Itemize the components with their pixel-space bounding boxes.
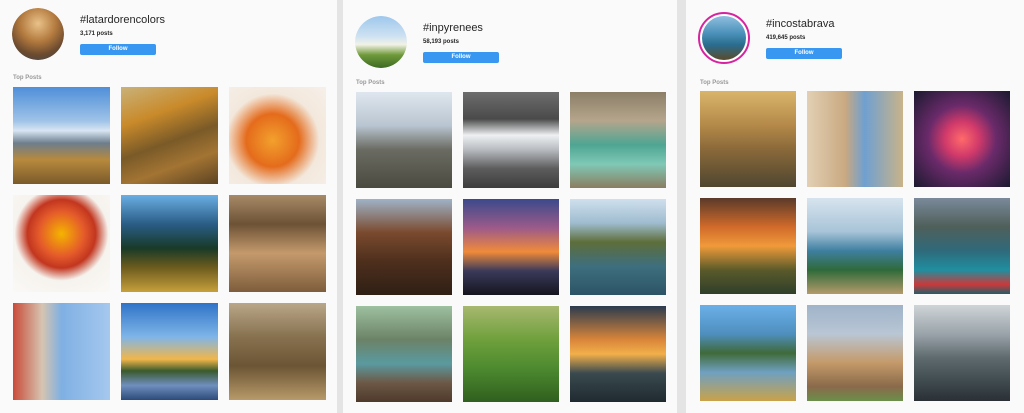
post-thumbnail[interactable] [13, 303, 110, 400]
post-thumbnail[interactable] [914, 91, 1010, 187]
post-thumbnail[interactable] [356, 306, 452, 402]
hashtag-panel-inpyrenees: #inpyrenees 58,193 posts Follow Top Post… [343, 0, 677, 413]
post-thumbnail[interactable] [356, 92, 452, 188]
post-thumbnail[interactable] [121, 303, 218, 400]
follow-button[interactable]: Follow [80, 44, 156, 55]
post-thumbnail[interactable] [229, 303, 326, 400]
hashtag-avatar[interactable] [698, 12, 750, 64]
follow-button[interactable]: Follow [423, 52, 499, 63]
post-count: 419,645 posts [766, 35, 806, 41]
post-thumbnail[interactable] [13, 87, 110, 184]
post-thumbnail[interactable] [807, 305, 903, 401]
hashtag-panel-latardorencolors: #latardorencolors 3,171 posts Follow Top… [0, 0, 337, 413]
hashtag-title: #inpyrenees [423, 22, 483, 34]
top-posts-label: Top Posts [356, 80, 385, 86]
post-thumbnail[interactable] [121, 87, 218, 184]
hashtag-title: #incostabrava [766, 18, 835, 30]
post-thumbnail[interactable] [914, 305, 1010, 401]
post-thumbnail[interactable] [229, 87, 326, 184]
instagram-hashtag-collage: #latardorencolors 3,171 posts Follow Top… [0, 0, 1024, 413]
top-posts-label: Top Posts [700, 80, 729, 86]
follow-button[interactable]: Follow [766, 48, 842, 59]
post-thumbnail[interactable] [807, 198, 903, 294]
hashtag-title: #latardorencolors [80, 14, 165, 26]
post-thumbnail[interactable] [700, 91, 796, 187]
post-thumbnail[interactable] [463, 306, 559, 402]
post-thumbnail[interactable] [13, 195, 110, 292]
post-thumbnail[interactable] [570, 306, 666, 402]
post-thumbnail[interactable] [463, 92, 559, 188]
hashtag-header: #incostabrava 419,645 posts Follow [698, 12, 998, 72]
post-thumbnail[interactable] [463, 199, 559, 295]
post-thumbnail[interactable] [914, 198, 1010, 294]
post-count: 3,171 posts [80, 31, 113, 37]
post-thumbnail[interactable] [570, 199, 666, 295]
hashtag-header: #inpyrenees 58,193 posts Follow [355, 16, 655, 76]
post-thumbnail[interactable] [807, 91, 903, 187]
post-thumbnail[interactable] [700, 305, 796, 401]
post-count: 58,193 posts [423, 39, 460, 45]
top-posts-label: Top Posts [13, 75, 42, 81]
hashtag-panel-incostabrava: #incostabrava 419,645 posts Follow Top P… [686, 0, 1024, 413]
hashtag-avatar[interactable] [355, 16, 407, 68]
post-thumbnail[interactable] [356, 199, 452, 295]
hashtag-header: #latardorencolors 3,171 posts Follow [12, 8, 312, 68]
post-thumbnail[interactable] [700, 198, 796, 294]
post-thumbnail[interactable] [229, 195, 326, 292]
post-thumbnail[interactable] [570, 92, 666, 188]
post-thumbnail[interactable] [121, 195, 218, 292]
hashtag-avatar[interactable] [12, 8, 64, 60]
